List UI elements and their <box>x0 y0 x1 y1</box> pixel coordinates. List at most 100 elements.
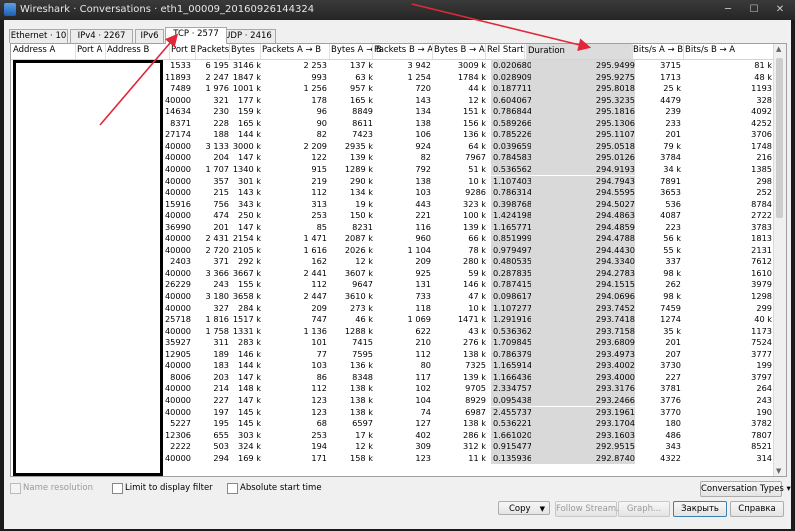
column-header-packets-a-b[interactable]: Packets A → B <box>262 45 321 55</box>
cell-packets-a-b: 178 <box>311 94 327 105</box>
cell-bits-s-b-a: 1813 <box>751 233 772 244</box>
cell-bytes: 155 k <box>238 279 261 290</box>
cell-duration: 295.3235 <box>531 94 635 107</box>
tab-udp[interactable]: UDP · 2416 <box>220 29 276 43</box>
graph-button[interactable]: Graph... <box>618 501 670 517</box>
cell-bytes: 324 k <box>238 441 261 452</box>
cell-duration: 294.4863 <box>531 210 635 222</box>
column-separator[interactable] <box>195 44 196 59</box>
conversations-table[interactable]: Address A Port A Address B Port B Packets Byt… <box>10 43 787 477</box>
column-header-bytes-b-a[interactable]: Bytes B → A <box>434 45 485 55</box>
column-separator[interactable] <box>229 44 230 59</box>
help-button[interactable]: Справка <box>730 501 784 517</box>
cell-bits-s-b-a: 3979 <box>751 279 772 290</box>
column-header-address-a[interactable]: Address A <box>13 45 55 55</box>
scroll-thumb[interactable] <box>776 58 783 218</box>
column-separator[interactable] <box>372 44 373 59</box>
cell-rel-start: 0.784583 <box>491 152 531 164</box>
minimize-icon[interactable]: ─ <box>716 2 740 17</box>
cell-rel-start: 0.028909 <box>491 71 531 84</box>
column-separator[interactable] <box>432 44 433 59</box>
column-separator[interactable] <box>683 44 684 59</box>
cell-bits-s-b-a: 7524 <box>751 337 772 348</box>
cell-packets-b-a: 792 <box>415 163 431 174</box>
column-separator[interactable] <box>524 44 525 59</box>
cell-bytes-a-b: 3610 k <box>344 291 373 301</box>
vertical-scrollbar[interactable]: ▲ ▼ <box>773 44 786 476</box>
column-header-bits-s-b-a[interactable]: Bits/s B → A <box>685 45 735 55</box>
cell-port-b: 40000 <box>164 210 191 221</box>
cell-port-b: 35927 <box>164 337 191 348</box>
tab-tcp[interactable]: TCP · 2577 <box>165 27 227 44</box>
column-header-packets[interactable]: Packets <box>197 45 229 55</box>
cell-port-b: 40000 <box>164 175 191 186</box>
cell-bits-s-a-b: 1274 <box>660 314 681 325</box>
column-header-address-b[interactable]: Address B <box>107 45 149 55</box>
cell-bytes-a-b: 17 k <box>355 429 373 440</box>
cell-bytes-b-a: 7325 <box>465 360 486 371</box>
tab-ipv6[interactable]: IPv6 <box>135 29 164 43</box>
cell-port-b: 40000 <box>164 94 191 105</box>
scroll-down-icon[interactable]: ▼ <box>776 467 781 475</box>
cell-bits-s-a-b: 233 <box>665 117 681 128</box>
column-separator[interactable] <box>485 44 486 59</box>
maximize-icon[interactable]: ☐ <box>742 2 766 17</box>
cell-bytes-b-a: 7967 <box>465 152 486 163</box>
cell-packets-a-b: 747 <box>311 314 327 325</box>
cell-bits-s-a-b: 4322 <box>660 452 681 463</box>
follow-stream-button[interactable]: Follow Stream... <box>555 501 624 517</box>
cell-bytes-a-b: 957 k <box>350 83 373 94</box>
column-header-packets-b-a[interactable]: Packets B → A <box>374 45 433 55</box>
cell-bits-s-a-b: 98 k <box>663 267 681 278</box>
cell-bytes: 1847 k <box>232 71 261 82</box>
table-header: Address A Port A Address B Port B Packets Byt… <box>11 44 786 60</box>
cell-bytes-b-a: 66 k <box>468 233 486 244</box>
cell-bytes: 2105 k <box>232 244 261 255</box>
column-header-port-a[interactable]: Port A <box>77 45 102 55</box>
cell-bits-s-b-a: 1173 <box>751 325 772 336</box>
cell-bytes: 2154 k <box>232 233 261 244</box>
copy-button[interactable]: Copy ▼ <box>498 501 550 515</box>
limit-filter-checkbox[interactable] <box>112 483 123 494</box>
cell-bytes-b-a: 286 k <box>463 429 486 440</box>
column-header-rel-start[interactable]: Rel Start <box>487 45 524 55</box>
cell-packets-b-a: 309 <box>415 441 431 452</box>
column-header-bytes[interactable]: Bytes <box>231 45 255 55</box>
cell-rel-start: 0.786844 <box>491 106 531 118</box>
column-header-duration[interactable]: Duration <box>526 44 633 59</box>
cell-rel-start: 0.287835 <box>491 267 531 280</box>
column-separator[interactable] <box>631 44 632 59</box>
close-icon[interactable]: ✕ <box>768 2 792 17</box>
column-separator[interactable] <box>260 44 261 59</box>
scroll-up-icon[interactable]: ▲ <box>776 45 781 53</box>
column-separator[interactable] <box>75 44 76 59</box>
cell-packets: 1 976 <box>205 83 229 94</box>
name-resolution-checkbox[interactable] <box>10 483 21 494</box>
cell-packets-b-a: 209 <box>415 256 431 267</box>
absolute-time-checkbox[interactable] <box>227 483 238 494</box>
cell-bytes-a-b: 138 k <box>350 394 373 405</box>
cell-bytes: 147 k <box>238 221 261 232</box>
cell-bytes-a-b: 139 k <box>350 152 373 163</box>
close-button[interactable]: Закрыть <box>673 501 727 517</box>
column-separator[interactable] <box>105 44 106 59</box>
column-header-bits-s-a-b[interactable]: Bits/s A → B <box>633 45 683 55</box>
cell-packets: 3 180 <box>205 291 229 301</box>
column-header-port-b[interactable]: Port B <box>171 45 196 55</box>
cell-packets: 3 133 <box>205 140 229 151</box>
tab-ethernet[interactable]: Ethernet · 10 <box>9 29 68 43</box>
cell-packets-b-a: 118 <box>415 302 431 313</box>
cell-port-b: 40000 <box>164 406 191 417</box>
cell-rel-start: 1.107277 <box>491 302 531 315</box>
tab-ipv4[interactable]: IPv4 · 2267 <box>70 29 133 43</box>
cell-rel-start: 0.589266 <box>491 117 531 130</box>
conversation-types-button[interactable]: Conversation Types ▾ <box>700 481 791 497</box>
cell-bits-s-a-b: 7891 <box>660 175 681 186</box>
cell-rel-start: 0.915477 <box>491 441 531 453</box>
column-separator[interactable] <box>329 44 330 59</box>
column-separator[interactable] <box>169 44 170 59</box>
cell-duration: 293.3176 <box>531 383 635 395</box>
cell-port-b: 40000 <box>164 152 191 163</box>
cell-duration: 294.0696 <box>531 291 635 303</box>
cell-duration: 295.9499 <box>531 60 635 72</box>
